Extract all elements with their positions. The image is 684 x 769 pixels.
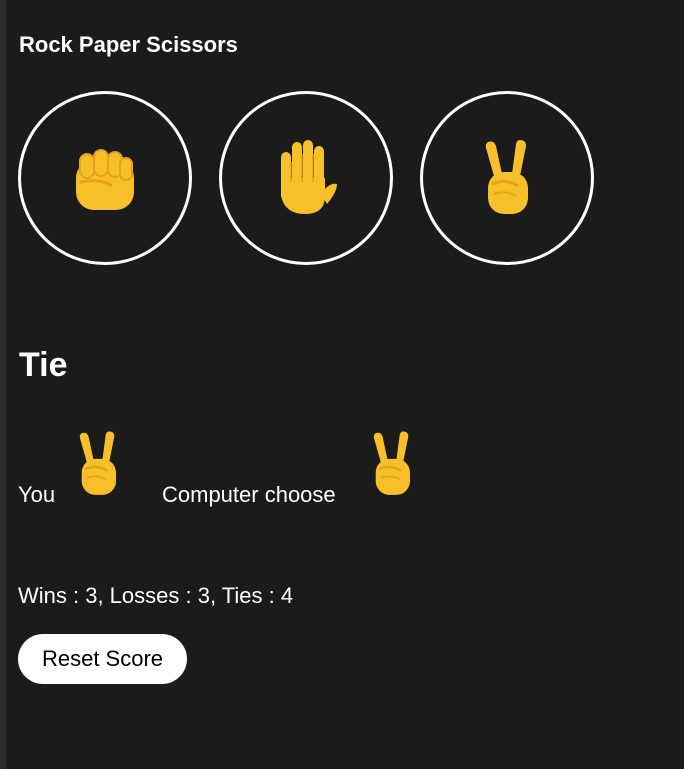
you-label: You (18, 482, 56, 507)
paper-button[interactable] (219, 91, 393, 265)
result-text: Tie (19, 346, 68, 384)
victory-hand-icon (79, 431, 116, 495)
scissors-button[interactable] (420, 91, 594, 265)
rock-button[interactable] (18, 91, 192, 265)
raised-hand-icon (281, 140, 337, 214)
app-container: Rock Paper Scissors Tie You Computer cho… (0, 0, 684, 769)
computer-label: Computer choose (162, 482, 336, 507)
reset-score-button[interactable]: Reset Score (18, 634, 187, 684)
victory-hand-icon (485, 140, 528, 214)
app-title: Rock Paper Scissors (19, 32, 238, 57)
score-text: Wins : 3, Losses : 3, Ties : 4 (18, 583, 294, 608)
victory-hand-icon (373, 431, 410, 495)
raised-fist-icon (76, 149, 134, 210)
